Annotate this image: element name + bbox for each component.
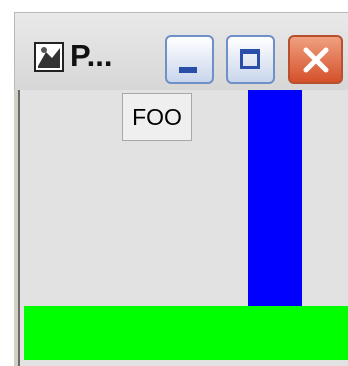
minimize-button[interactable]	[165, 35, 214, 84]
window-title: P...	[70, 38, 113, 73]
title-bar[interactable]: P...	[14, 12, 348, 90]
app-icon[interactable]	[34, 42, 64, 72]
app-window: P... FOO	[14, 12, 348, 366]
maximize-icon	[240, 49, 260, 69]
maximize-button[interactable]	[226, 35, 275, 84]
green-bar	[24, 306, 348, 360]
minimize-icon	[179, 67, 197, 73]
client-area: FOO	[18, 90, 348, 366]
blue-bar	[248, 90, 302, 306]
close-button[interactable]	[288, 35, 343, 84]
foo-label: FOO	[122, 93, 192, 141]
